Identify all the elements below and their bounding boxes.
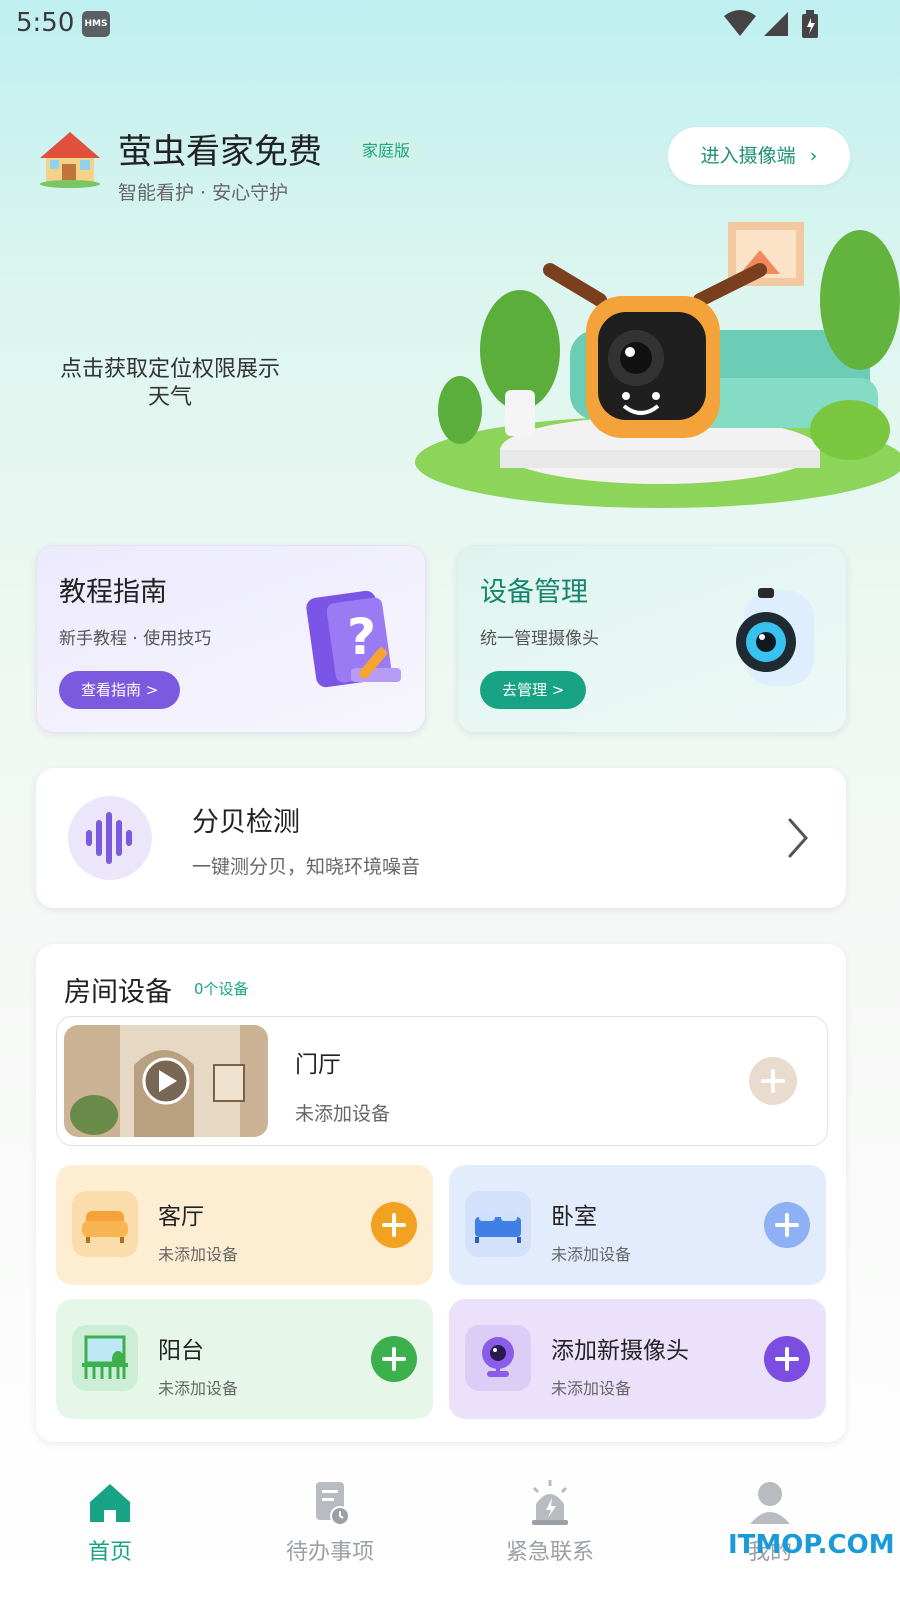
- add-camera-status: 未添加设备: [551, 1379, 632, 1398]
- room-tile-bedroom[interactable]: 卧室 未添加设备: [449, 1165, 826, 1285]
- device-count: 0个设备: [194, 980, 249, 998]
- watermark: ITMOP.COM: [728, 1530, 895, 1560]
- edition-badge: 家庭版: [350, 136, 423, 166]
- balcony-icon: [72, 1325, 138, 1391]
- nav-tab-emergency[interactable]: 紧急联系: [470, 1472, 630, 1572]
- home-icon: [90, 1484, 130, 1522]
- room-status-bedroom: 未添加设备: [551, 1245, 632, 1264]
- bed-icon: [465, 1191, 531, 1257]
- room-row-hall[interactable]: 门厅 未添加设备: [56, 1016, 828, 1146]
- decibel-subtitle: 一键测分贝，知晓环境噪音: [192, 856, 421, 878]
- hall-preview-thumbnail[interactable]: [64, 1025, 268, 1137]
- enter-camera-mode-label: 进入摄像端: [700, 145, 796, 167]
- tutorial-card-title: 教程指南: [59, 577, 167, 608]
- room-tile-add-camera[interactable]: 添加新摄像头 未添加设备: [449, 1299, 826, 1419]
- question-book-icon: ?: [306, 590, 401, 688]
- plus-icon: [382, 1213, 406, 1237]
- weather-permission-tip[interactable]: 点击获取定位权限展示天气: [60, 356, 280, 412]
- nav-label-emergency: 紧急联系: [505, 1540, 594, 1565]
- add-camera-title: 添加新摄像头: [551, 1338, 689, 1364]
- sofa-icon: [72, 1191, 138, 1257]
- status-icons: [724, 10, 818, 38]
- room-devices-title: 房间设备: [64, 977, 172, 1008]
- room-name-balcony: 阳台: [158, 1338, 204, 1364]
- room-name-hall: 门厅: [295, 1052, 341, 1078]
- plus-icon: [382, 1347, 406, 1371]
- room-status-balcony: 未添加设备: [158, 1379, 239, 1398]
- nav-label-home: 首页: [87, 1540, 132, 1565]
- nav-tab-home[interactable]: 首页: [30, 1472, 190, 1572]
- add-device-living-room-button[interactable]: [371, 1202, 417, 1248]
- tutorial-card-subtitle: 新手教程 · 使用技巧: [59, 629, 212, 649]
- app-title: 萤虫看家免费: [118, 132, 322, 172]
- room-tile-living-room[interactable]: 客厅 未添加设备: [56, 1165, 433, 1285]
- webcam-icon: [465, 1325, 531, 1391]
- room-name-living-room: 客厅: [158, 1204, 204, 1230]
- nav-tab-todo[interactable]: 待办事项: [250, 1472, 410, 1572]
- room-status-living-room: 未添加设备: [158, 1245, 239, 1264]
- chevron-right-icon: ›: [809, 145, 818, 167]
- room-devices-panel: 房间设备 0个设备 门厅 未添加设备 客厅 未添加设备 卧室 未添加设备 阳台 …: [36, 944, 846, 1442]
- decibel-detection-card[interactable]: 分贝检测 一键测分贝，知晓环境噪音: [36, 768, 846, 908]
- decibel-title: 分贝检测: [192, 807, 300, 838]
- enter-camera-mode-button[interactable]: 进入摄像端 ›: [668, 127, 850, 185]
- camera-mascot-illustration: [415, 222, 900, 508]
- wifi-icon: [724, 10, 756, 36]
- hms-badge: HMS: [82, 11, 110, 37]
- device-card-title: 设备管理: [480, 577, 588, 608]
- status-bar: 5:50 HMS: [0, 0, 900, 50]
- room-name-bedroom: 卧室: [551, 1204, 597, 1230]
- house-logo-icon: [40, 132, 100, 188]
- view-guide-button[interactable]: 查看指南 >: [59, 671, 181, 709]
- add-camera-button[interactable]: [764, 1336, 810, 1382]
- room-tile-balcony[interactable]: 阳台 未添加设备: [56, 1299, 433, 1419]
- plus-icon: [775, 1213, 799, 1237]
- todo-icon: [316, 1482, 350, 1526]
- tutorial-card[interactable]: 教程指南 新手教程 · 使用技巧 查看指南 > ?: [36, 545, 426, 733]
- sound-wave-icon: [68, 796, 152, 880]
- signal-icon: [764, 12, 788, 36]
- device-card-subtitle: 统一管理摄像头: [480, 629, 599, 649]
- security-camera-icon: [736, 588, 814, 686]
- plus-icon: [775, 1347, 799, 1371]
- alarm-icon: [532, 1480, 568, 1525]
- add-device-balcony-button[interactable]: [371, 1336, 417, 1382]
- nav-label-todo: 待办事项: [285, 1540, 374, 1565]
- app-subtitle: 智能看护 · 安心守护: [118, 182, 289, 204]
- add-device-hall-button[interactable]: [749, 1057, 797, 1105]
- add-device-bedroom-button[interactable]: [764, 1202, 810, 1248]
- chevron-right-icon: [788, 818, 809, 858]
- room-status-hall: 未添加设备: [295, 1103, 391, 1125]
- status-time: 5:50: [16, 8, 75, 38]
- profile-icon: [750, 1482, 790, 1524]
- plus-icon: [761, 1069, 785, 1093]
- go-manage-button[interactable]: 去管理 >: [480, 671, 587, 709]
- device-management-card[interactable]: 设备管理 统一管理摄像头 去管理 >: [457, 545, 847, 733]
